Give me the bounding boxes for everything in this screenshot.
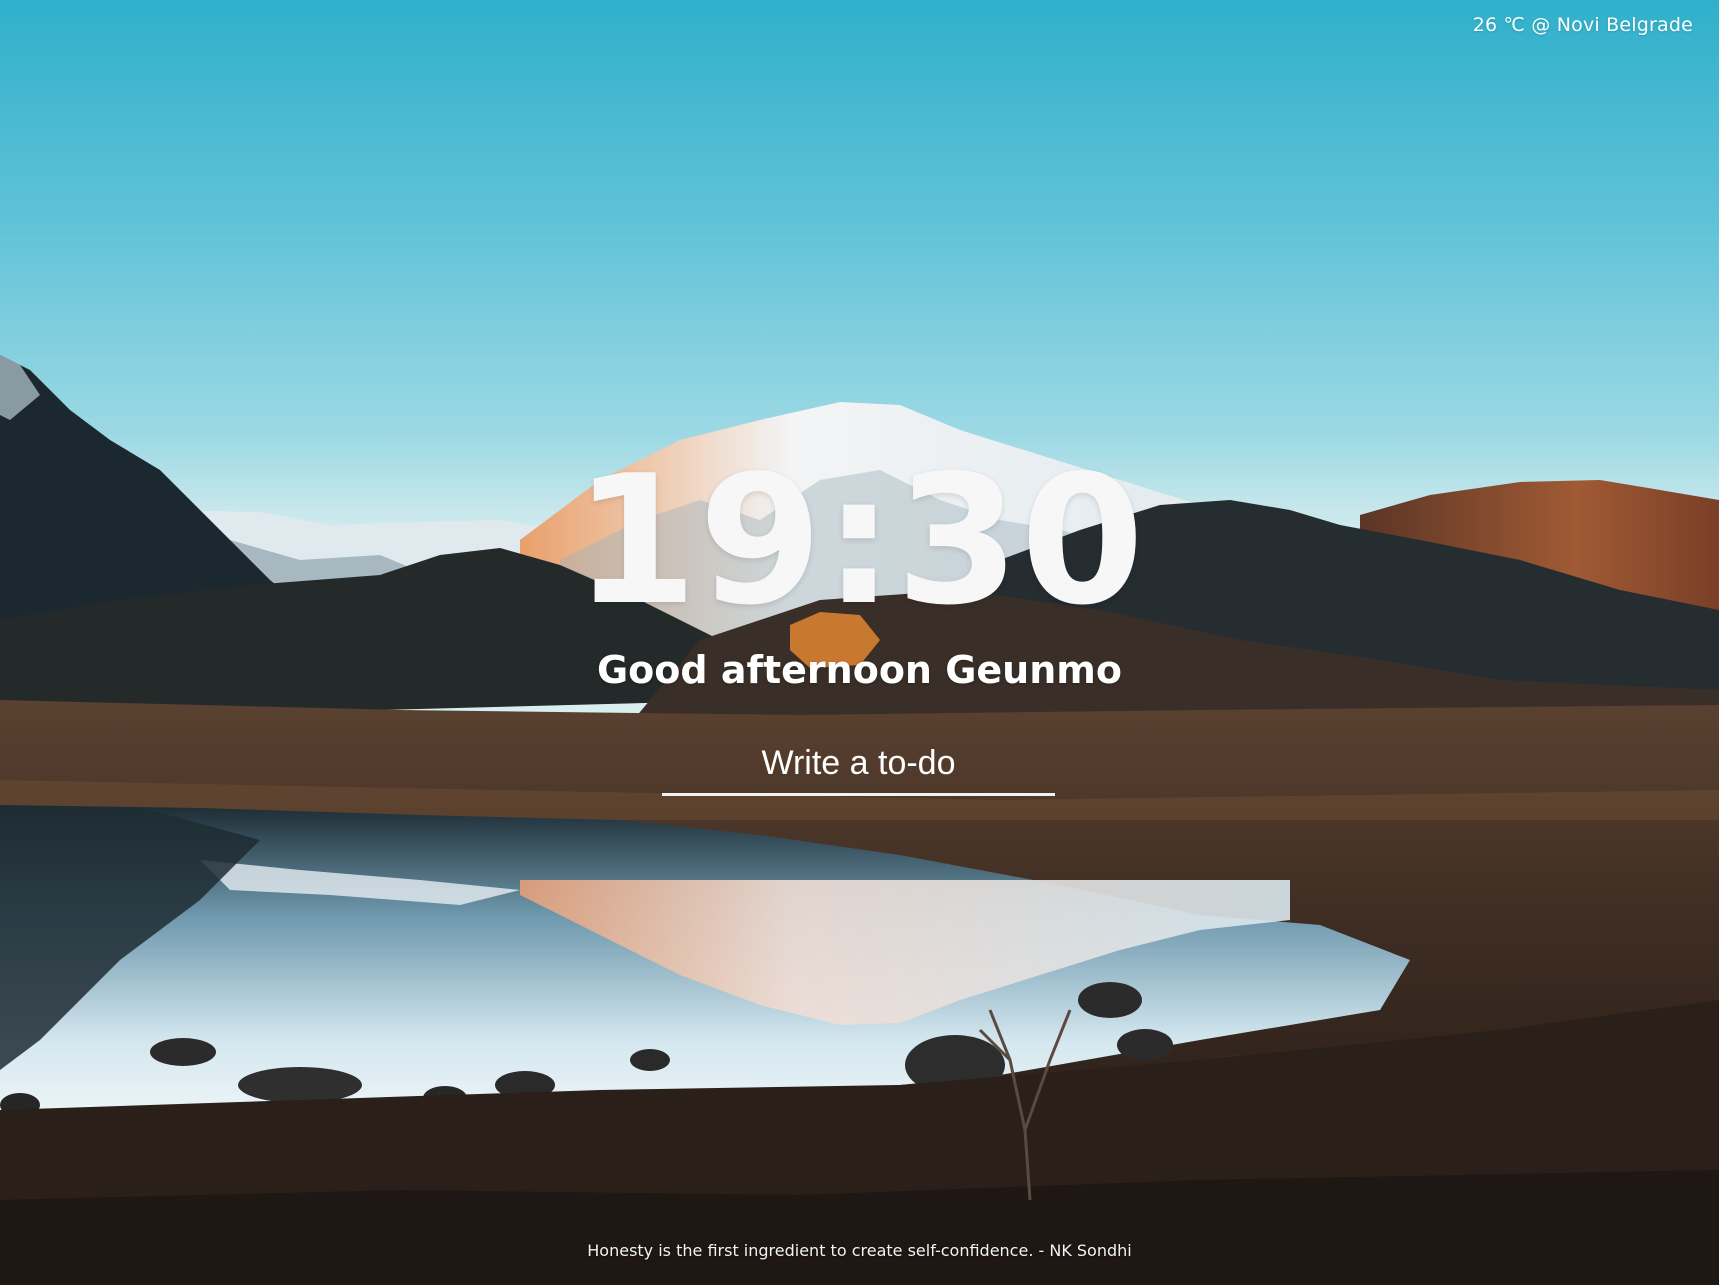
quote-text: Honesty is the first ingredient to creat… bbox=[587, 1241, 1132, 1260]
clock: 19:30 bbox=[573, 437, 1146, 644]
new-tab-page: 26 ℃ @ Novi Belgrade 19:30 Good afternoo… bbox=[0, 0, 1719, 1285]
greeting-text: Good afternoon Geunmo bbox=[596, 648, 1122, 692]
todo-form bbox=[662, 740, 1055, 796]
todo-input[interactable] bbox=[662, 740, 1055, 796]
weather-status: 26 ℃ @ Novi Belgrade bbox=[1472, 14, 1693, 36]
